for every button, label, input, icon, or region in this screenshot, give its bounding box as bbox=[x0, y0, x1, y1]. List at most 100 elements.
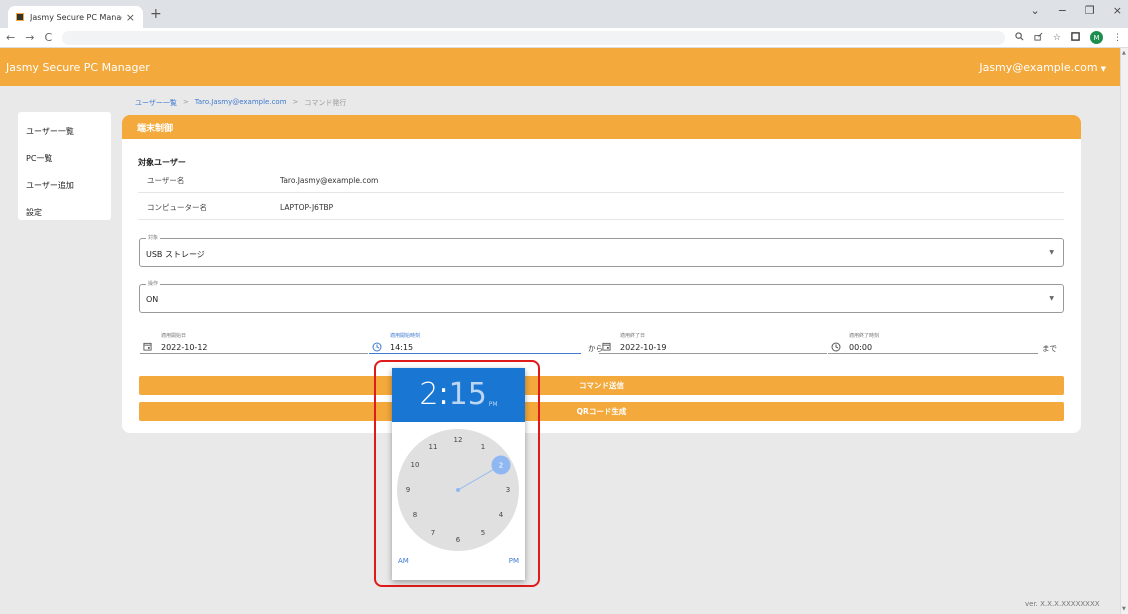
clock-number[interactable]: 4 bbox=[499, 511, 503, 519]
menu-kebab-icon[interactable]: ⋮ bbox=[1113, 33, 1122, 43]
start-date-field[interactable]: 適用開始日 2022-10-12 bbox=[140, 332, 368, 354]
tab-search-icon[interactable]: ⌄ bbox=[1030, 4, 1039, 17]
reload-icon[interactable]: C bbox=[44, 31, 52, 44]
end-date-field[interactable]: 適用終了日 2022-10-19 bbox=[599, 332, 827, 354]
field-label: 適用終了日 bbox=[620, 333, 646, 339]
scroll-down-icon[interactable]: ▼ bbox=[1122, 606, 1126, 612]
text-until: まで bbox=[1042, 344, 1057, 353]
info-label: ユーザー名 bbox=[147, 175, 185, 185]
field-value: 00:00 bbox=[849, 343, 873, 352]
sidebar-item-add-user[interactable]: ユーザー追加 bbox=[18, 174, 111, 201]
clock-number[interactable]: 8 bbox=[413, 511, 417, 519]
section-title: 対象ユーザー bbox=[138, 158, 186, 167]
zoom-icon[interactable] bbox=[1015, 31, 1024, 44]
clock-hand bbox=[456, 469, 494, 492]
new-tab-icon[interactable]: + bbox=[150, 6, 162, 22]
clock-number[interactable]: 10 bbox=[411, 461, 420, 469]
generate-qr-button[interactable]: QRコード生成 bbox=[139, 402, 1064, 421]
operation-select[interactable]: 操作 ON ▼ bbox=[139, 280, 1064, 313]
picker-colon: : bbox=[438, 377, 449, 412]
target-select[interactable]: 対象 USB ストレージ ▼ bbox=[139, 234, 1064, 267]
info-value: Taro.Jasmy@example.com bbox=[280, 175, 379, 185]
browser-tab-bar: Jasmy Secure PC Manager × + ⌄ − ❐ × bbox=[0, 0, 1128, 28]
clock-number[interactable]: 6 bbox=[456, 536, 460, 544]
version-label: ver. X.X.X.XXXXXXXX bbox=[1025, 600, 1100, 608]
clock-number[interactable]: 3 bbox=[506, 486, 510, 494]
field-legend: 操作 bbox=[146, 280, 161, 287]
clock-number[interactable]: 11 bbox=[429, 443, 438, 451]
field-value: ON bbox=[146, 295, 159, 304]
app-header: Jasmy Secure PC Manager Jasmy@example.co… bbox=[0, 48, 1120, 86]
clock-icon bbox=[831, 342, 841, 355]
app-title: Jasmy Secure PC Manager bbox=[6, 60, 150, 74]
picker-hour[interactable]: 2 bbox=[419, 377, 438, 412]
sidebar-item-pcs[interactable]: PC一覧 bbox=[18, 147, 111, 174]
pm-toggle[interactable]: PM bbox=[509, 557, 519, 565]
chevron-down-icon: ▼ bbox=[1100, 64, 1106, 73]
breadcrumb: ユーザー一覧 > Taro.Jasmy@example.com > コマンド発行 bbox=[135, 98, 346, 108]
info-row-username: ユーザー名 Taro.Jasmy@example.com bbox=[138, 168, 1064, 193]
sidebar: ユーザー一覧 PC一覧 ユーザー追加 設定 bbox=[18, 112, 111, 220]
sidebar-item-settings[interactable]: 設定 bbox=[18, 201, 111, 228]
sidebar-item-users[interactable]: ユーザー一覧 bbox=[18, 120, 111, 147]
clock-number[interactable]: 9 bbox=[406, 486, 410, 494]
time-picker: 2 : 15 PM 12 1 2 3 4 5 6 7 8 9 10 11 AM … bbox=[392, 368, 525, 580]
field-value: USB ストレージ bbox=[146, 250, 205, 259]
breadcrumb-current: コマンド発行 bbox=[304, 99, 347, 107]
window-controls: ⌄ − ❐ × bbox=[1030, 4, 1122, 17]
info-label: コンピューター名 bbox=[147, 202, 207, 212]
restore-icon[interactable]: ❐ bbox=[1085, 4, 1095, 17]
close-window-icon[interactable]: × bbox=[1113, 4, 1122, 17]
picker-minute[interactable]: 15 bbox=[449, 377, 487, 412]
dropdown-arrow-icon: ▼ bbox=[1049, 249, 1054, 256]
close-tab-icon[interactable]: × bbox=[126, 11, 135, 24]
minimize-icon[interactable]: − bbox=[1058, 4, 1067, 17]
breadcrumb-users[interactable]: ユーザー一覧 bbox=[135, 98, 177, 108]
scroll-up-icon[interactable]: ▲ bbox=[1122, 50, 1126, 56]
breadcrumb-user[interactable]: Taro.Jasmy@example.com bbox=[195, 98, 287, 108]
field-label: 適用終了時刻 bbox=[849, 333, 880, 339]
field-legend: 対象 bbox=[146, 234, 161, 241]
field-label: 適用開始時刻 bbox=[390, 333, 421, 339]
tab-title: Jasmy Secure PC Manager bbox=[30, 12, 122, 22]
calendar-icon bbox=[143, 342, 152, 354]
forward-icon[interactable]: → bbox=[25, 31, 34, 44]
share-icon[interactable] bbox=[1034, 32, 1043, 44]
clock-number[interactable]: 1 bbox=[481, 443, 485, 451]
toolbar-icons: ☆ M ⋮ bbox=[1015, 31, 1122, 44]
profile-avatar[interactable]: M bbox=[1090, 31, 1103, 44]
picker-ampm: PM bbox=[488, 401, 498, 408]
field-value: 2022-10-12 bbox=[161, 343, 208, 352]
device-control-card: 端末制御 対象ユーザー ユーザー名 Taro.Jasmy@example.com… bbox=[122, 115, 1081, 433]
field-value: 2022-10-19 bbox=[620, 343, 667, 352]
address-bar[interactable] bbox=[62, 30, 1005, 45]
clock-selected-hour[interactable]: 2 bbox=[491, 455, 511, 475]
favicon-icon bbox=[16, 13, 24, 21]
start-time-field[interactable]: 適用開始時刻 14:15 bbox=[369, 332, 581, 354]
breadcrumb-separator: > bbox=[292, 98, 299, 106]
end-time-field[interactable]: 適用終了時刻 00:00 bbox=[828, 332, 1038, 354]
back-icon[interactable]: ← bbox=[6, 31, 15, 44]
field-label: 適用開始日 bbox=[161, 333, 187, 339]
clock-number[interactable]: 7 bbox=[431, 529, 435, 537]
breadcrumb-separator: > bbox=[182, 98, 189, 106]
clock-number[interactable]: 12 bbox=[454, 436, 463, 444]
info-value: LAPTOP-J6TBP bbox=[280, 202, 334, 212]
am-toggle[interactable]: AM bbox=[398, 557, 409, 565]
time-picker-header: 2 : 15 PM bbox=[392, 368, 525, 422]
field-value: 14:15 bbox=[390, 343, 414, 352]
user-menu[interactable]: Jasmy@example.com ▼ bbox=[979, 61, 1106, 74]
card-title: 端末制御 bbox=[122, 115, 1081, 139]
side-panel-icon[interactable] bbox=[1071, 31, 1080, 44]
page-scrollbar[interactable]: ▲ ▼ bbox=[1120, 48, 1128, 614]
browser-tab[interactable]: Jasmy Secure PC Manager × bbox=[8, 6, 143, 28]
info-row-computer: コンピューター名 LAPTOP-J6TBP bbox=[138, 195, 1064, 220]
browser-toolbar: ← → C ☆ M ⋮ bbox=[0, 28, 1128, 48]
user-email: Jasmy@example.com bbox=[979, 60, 1098, 74]
calendar-icon bbox=[602, 342, 611, 354]
bookmark-star-icon[interactable]: ☆ bbox=[1053, 33, 1061, 43]
clock-number[interactable]: 5 bbox=[481, 529, 485, 537]
clock-icon bbox=[372, 342, 382, 355]
send-command-button[interactable]: コマンド送信 bbox=[139, 376, 1064, 395]
clock-face[interactable]: 12 1 2 3 4 5 6 7 8 9 10 11 bbox=[397, 429, 519, 551]
